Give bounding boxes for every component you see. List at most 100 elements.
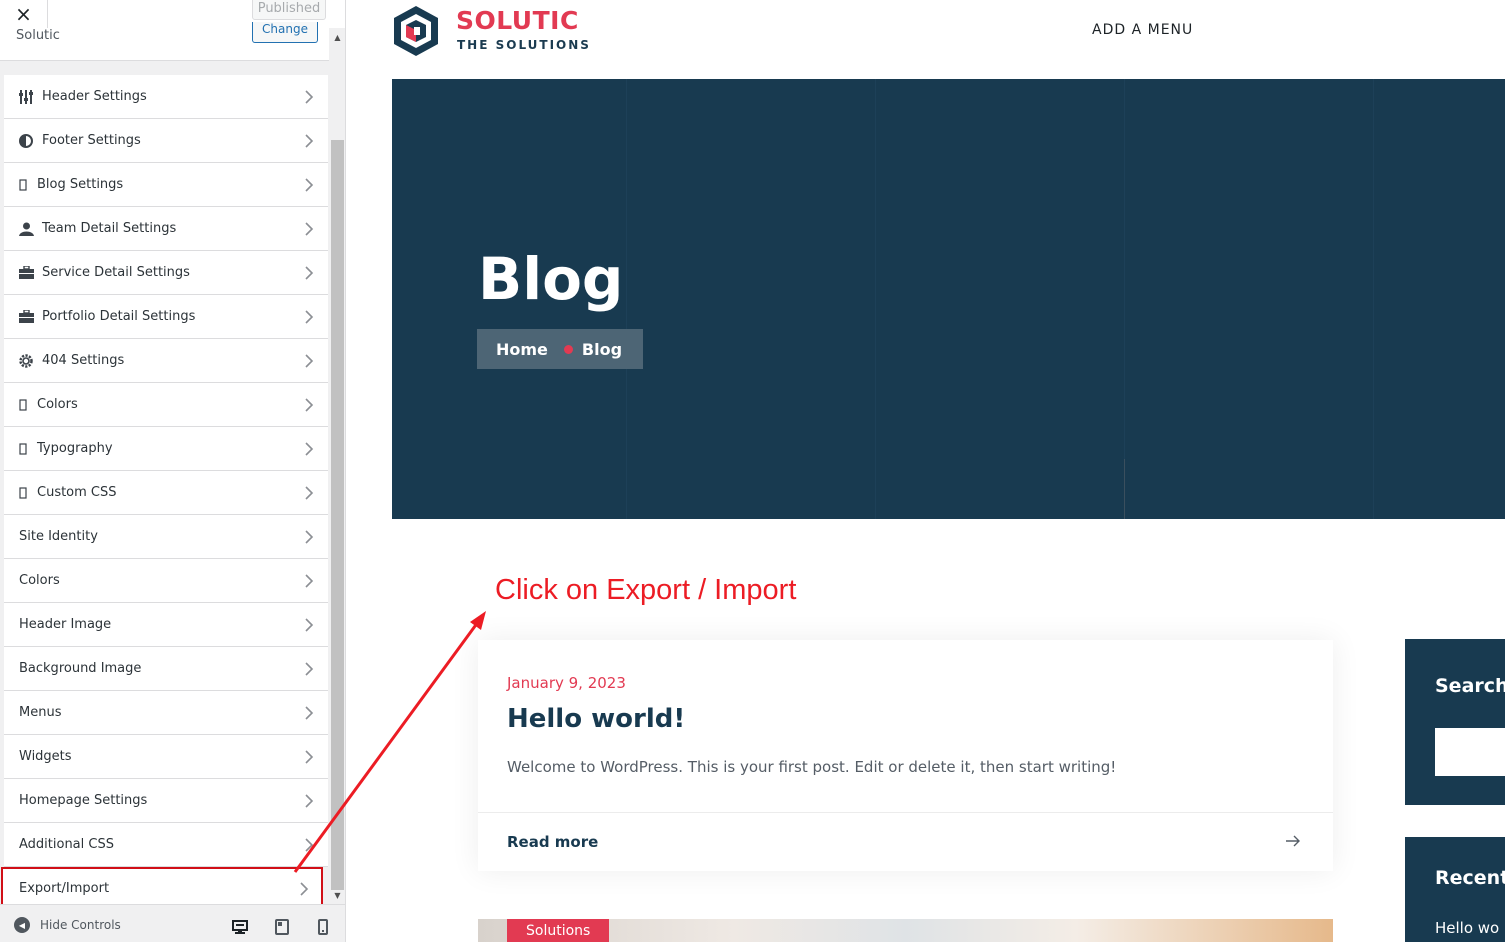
panel-item-blog-settings[interactable]: Blog Settings	[4, 163, 328, 207]
chevron-right-icon	[305, 530, 314, 544]
panel-item-label: Service Detail Settings	[42, 265, 190, 280]
change-theme-button[interactable]: Change	[252, 22, 318, 43]
logo-title: SOLUTIC	[456, 6, 579, 35]
panel-item-label: Typography	[37, 441, 113, 456]
search-input[interactable]	[1435, 728, 1505, 776]
panel-item-typography[interactable]: Typography	[4, 427, 328, 471]
chevron-right-icon	[305, 442, 314, 456]
panel-item-colors[interactable]: Colors	[4, 383, 328, 427]
panel-item-label: Header Settings	[42, 89, 147, 104]
chevron-right-icon	[305, 618, 314, 632]
post-divider	[478, 812, 1333, 813]
half-circle-icon	[19, 133, 37, 149]
panel-item-header-image[interactable]: Header Image	[4, 603, 328, 647]
breadcrumb: Home Blog	[477, 329, 644, 369]
panel-item-label: Site Identity	[19, 529, 98, 544]
rectangle-icon	[19, 397, 32, 413]
panel-item-site-identity[interactable]: Site Identity	[4, 515, 328, 559]
category-badge[interactable]: Solutions	[507, 919, 610, 942]
publish-button[interactable]: Published	[252, 0, 326, 20]
panel-item-background-image[interactable]: Background Image	[4, 647, 328, 691]
recent-post-link[interactable]: Hello wo	[1435, 919, 1499, 937]
panel-item-label: Additional CSS	[19, 837, 114, 852]
desktop-preview-icon[interactable]	[232, 919, 248, 935]
solutic-logo-icon[interactable]	[392, 5, 440, 57]
chevron-right-icon	[305, 310, 314, 324]
rectangle-icon	[19, 485, 32, 501]
panel-item-404-settings[interactable]: 404 Settings	[4, 339, 328, 383]
close-button[interactable]: ×	[0, 0, 48, 28]
panel-item-custom-css[interactable]: Custom CSS	[4, 471, 328, 515]
collapse-arrow-icon: ◀	[14, 917, 30, 933]
panel-item-label: Background Image	[19, 661, 142, 676]
rectangle-icon	[19, 177, 32, 193]
gear-icon	[19, 353, 37, 369]
breadcrumb-home-link[interactable]: Home	[496, 340, 548, 359]
panel-item-label: Colors	[19, 573, 60, 588]
panel-item-header-settings[interactable]: Header Settings	[4, 75, 328, 119]
chevron-right-icon	[305, 706, 314, 720]
post-excerpt: Welcome to WordPress. This is your first…	[507, 758, 1117, 776]
panel-item-homepage-settings[interactable]: Homepage Settings	[4, 779, 328, 823]
recent-posts-widget: Recent Hello wo	[1405, 837, 1505, 942]
hero-grid-line	[1373, 79, 1374, 519]
search-widget: Search	[1405, 639, 1505, 805]
panel-item-widgets[interactable]: Widgets	[4, 735, 328, 779]
customizer-sidebar: × Published Solutic Change Header Settin…	[0, 0, 346, 942]
sidebar-footer: ◀ Hide Controls	[0, 904, 345, 942]
arrow-right-icon[interactable]	[1284, 832, 1302, 850]
post-title-link[interactable]: Hello world!	[507, 704, 685, 734]
panel-item-label: Blog Settings	[37, 177, 124, 192]
blog-post-card-image: Solutions	[478, 919, 1333, 942]
read-more-link[interactable]: Read more	[507, 833, 598, 851]
chevron-right-icon	[305, 222, 314, 236]
panel-item-label: Header Image	[19, 617, 112, 632]
chevron-right-icon	[305, 838, 314, 852]
chevron-right-icon	[300, 882, 309, 896]
mobile-preview-icon[interactable]	[315, 919, 331, 935]
chevron-right-icon	[305, 486, 314, 500]
panel-item-label: Portfolio Detail Settings	[42, 309, 196, 324]
hero-grid-line	[875, 79, 876, 519]
hide-controls-label: Hide Controls	[40, 918, 121, 932]
search-widget-title: Search	[1435, 675, 1505, 697]
hero-accent-line	[1124, 459, 1125, 519]
panel-item-label: Widgets	[19, 749, 72, 764]
page-title: Blog	[478, 245, 624, 313]
sliders-icon	[19, 89, 37, 105]
panel-item-team-detail-settings[interactable]: Team Detail Settings	[4, 207, 328, 251]
sidebar-header: × Published Solutic Change	[0, 0, 345, 61]
panel-item-portfolio-detail-settings[interactable]: Portfolio Detail Settings	[4, 295, 328, 339]
scroll-down-arrow-icon[interactable]: ▼	[329, 888, 345, 904]
panel-item-colors[interactable]: Colors	[4, 559, 328, 603]
panel-item-additional-css[interactable]: Additional CSS	[4, 823, 328, 867]
panel-item-footer-settings[interactable]: Footer Settings	[4, 119, 328, 163]
person-icon	[19, 221, 37, 237]
site-preview: SOLUTIC THE SOLUTIONS ADD A MENU Blog Ho…	[346, 0, 1505, 942]
panel-item-label: Footer Settings	[42, 133, 141, 148]
sidebar-scrollbar[interactable]: ▲ ▼	[329, 28, 345, 904]
panel-item-label: Menus	[19, 705, 62, 720]
briefcase-icon	[19, 265, 37, 281]
recent-widget-title: Recent	[1435, 867, 1505, 889]
hero-grid-line	[626, 79, 627, 519]
panel-item-label: Team Detail Settings	[42, 221, 177, 236]
add-menu-link[interactable]: ADD A MENU	[1092, 22, 1193, 38]
scroll-thumb[interactable]	[331, 140, 344, 890]
customizer-panel-list: Header Settings Footer Settings Blog Setti…	[1, 75, 328, 911]
active-theme-name: Solutic	[16, 28, 60, 43]
chevron-right-icon	[305, 134, 314, 148]
hide-controls-button[interactable]: ◀ Hide Controls	[14, 917, 121, 933]
chevron-right-icon	[305, 794, 314, 808]
panel-item-label: 404 Settings	[42, 353, 125, 368]
chevron-right-icon	[305, 90, 314, 104]
scroll-up-arrow-icon[interactable]: ▲	[329, 30, 345, 46]
panel-item-label: Homepage Settings	[19, 793, 148, 808]
rectangle-icon	[19, 441, 32, 457]
panel-item-service-detail-settings[interactable]: Service Detail Settings	[4, 251, 328, 295]
panel-item-menus[interactable]: Menus	[4, 691, 328, 735]
hero-grid-line	[1124, 79, 1125, 519]
post-date[interactable]: January 9, 2023	[507, 674, 626, 692]
breadcrumb-separator-dot	[563, 344, 573, 354]
tablet-preview-icon[interactable]	[274, 919, 290, 935]
